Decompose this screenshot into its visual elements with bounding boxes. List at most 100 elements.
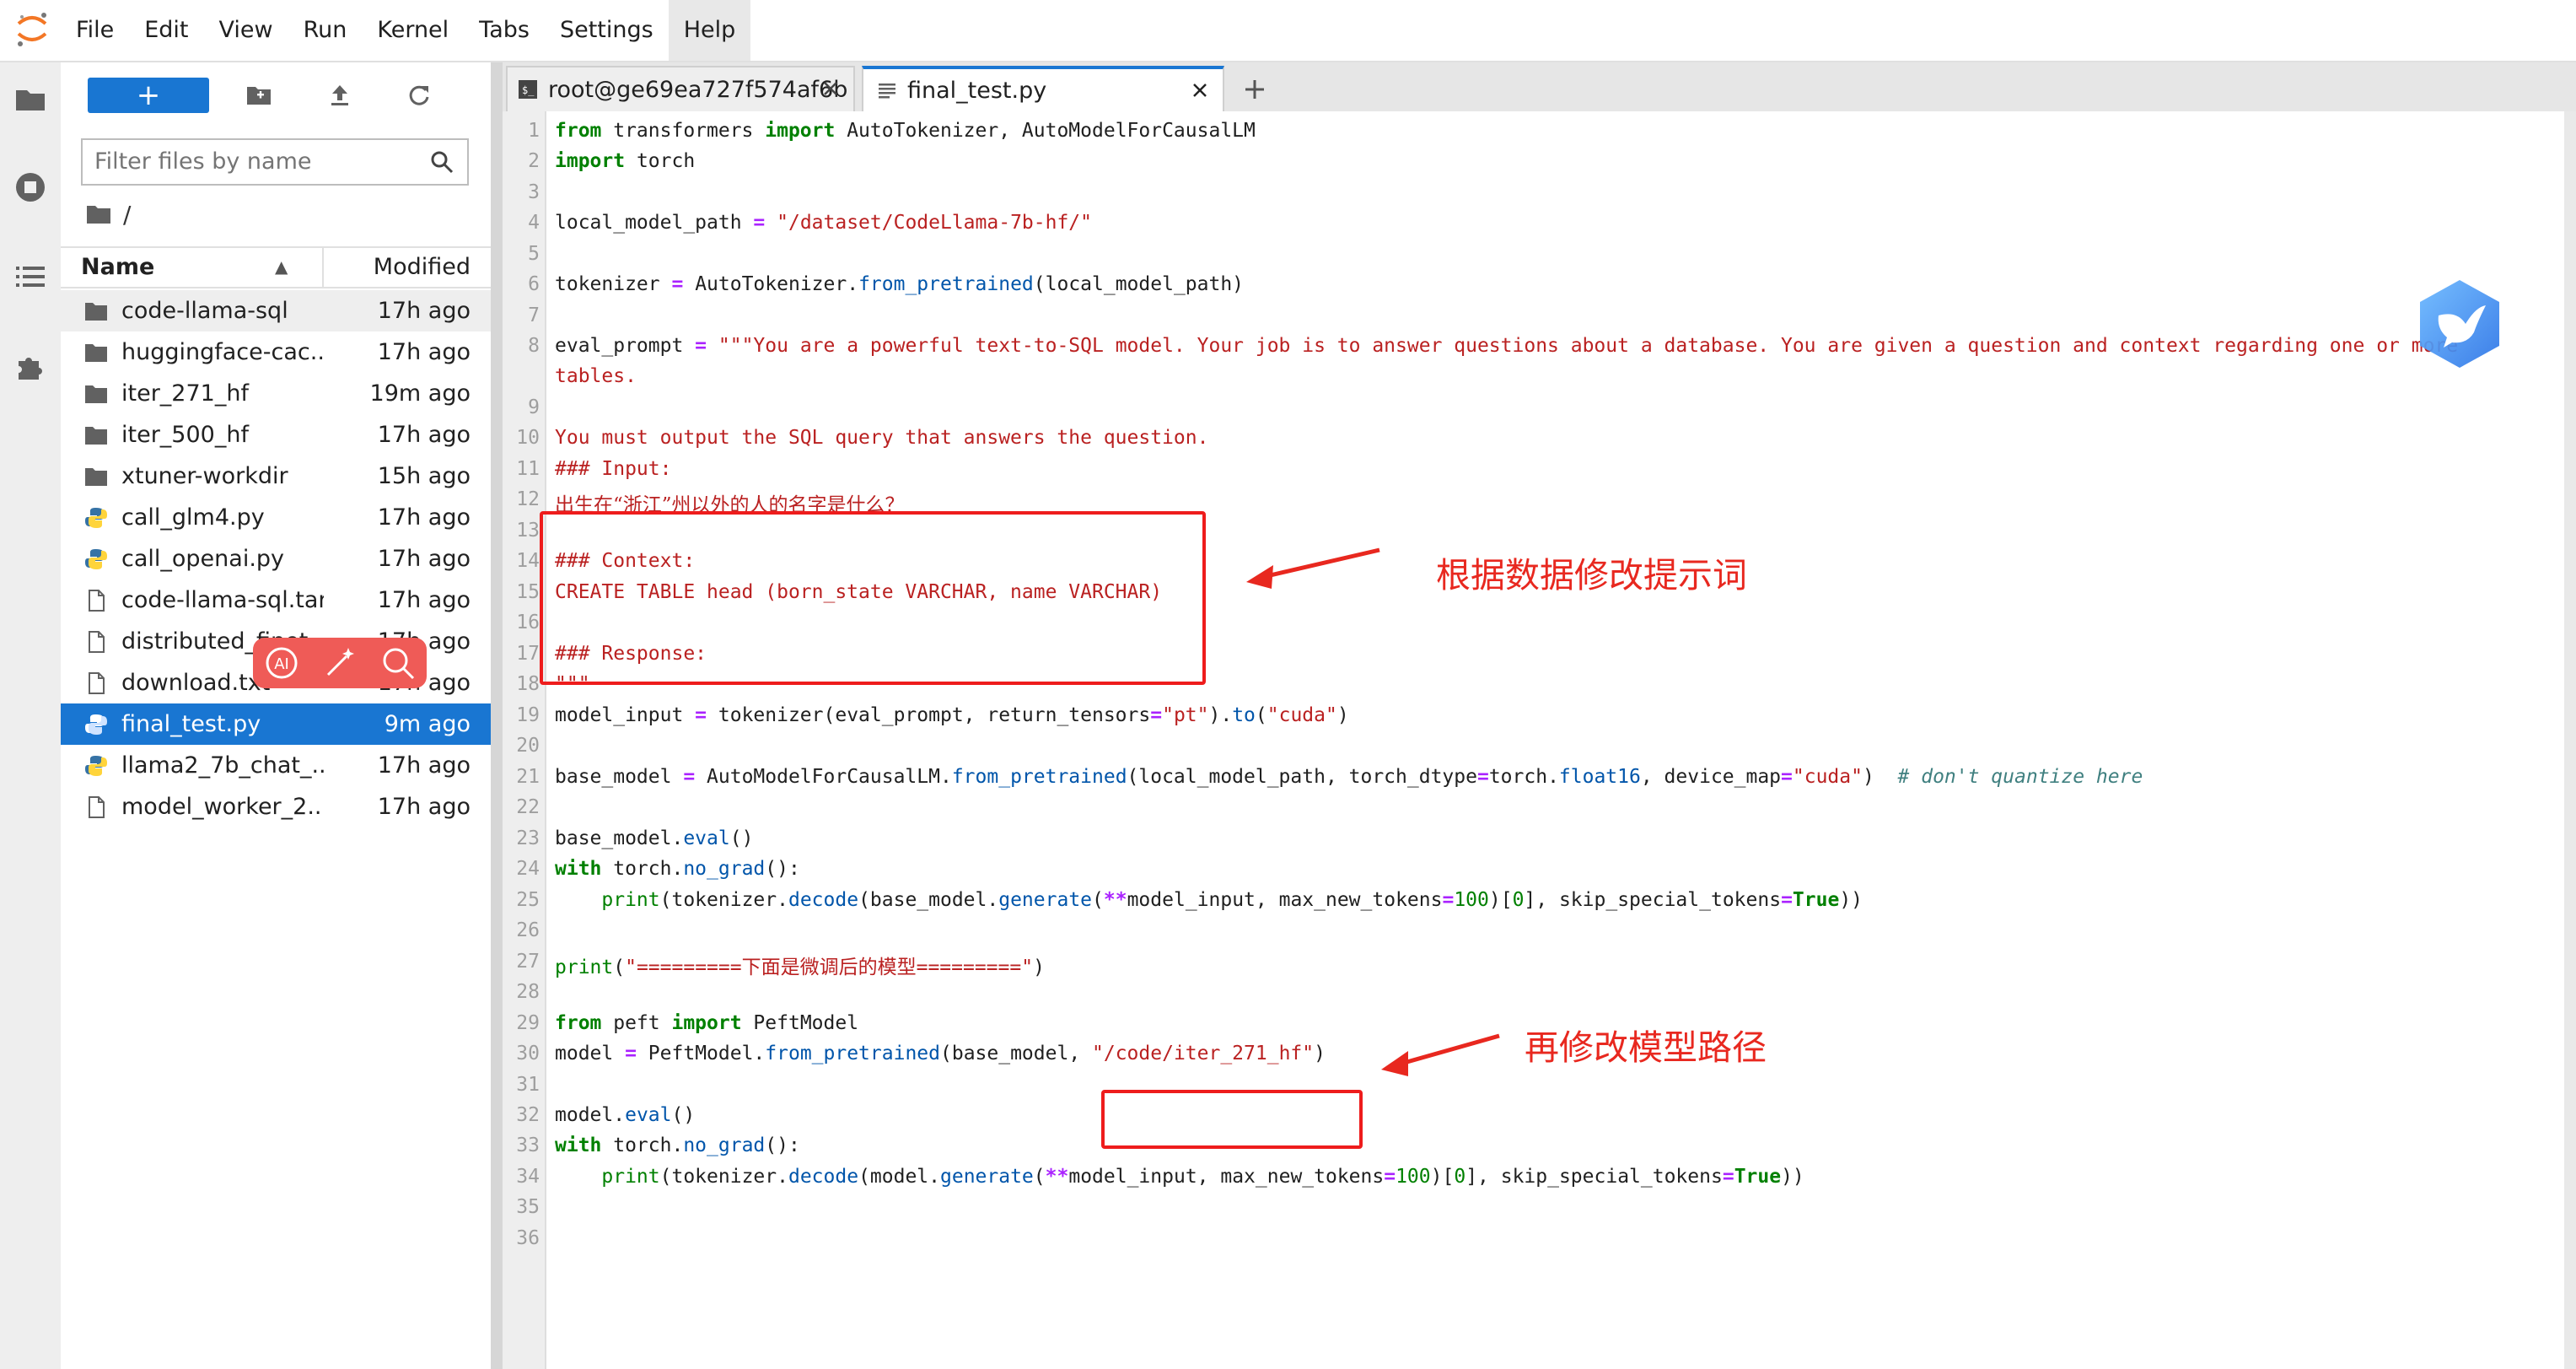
code-line: with torch.no_grad(): [555,1135,800,1156]
annotation-arrow-icon [1381,1033,1500,1076]
file-list-item[interactable]: xtuner-workdir 15h ago [61,455,491,497]
search-icon [431,151,454,174]
close-icon[interactable] [818,76,843,101]
line-number: 2 [528,150,540,172]
search-icon[interactable] [379,644,417,682]
column-divider[interactable] [322,248,324,287]
file-name: call_glm4.py [121,504,265,531]
running-sessions-icon[interactable] [13,170,47,204]
assistant-bird-icon[interactable] [2415,277,2504,371]
table-of-contents-icon[interactable] [13,260,47,294]
menu-file[interactable]: File [61,0,129,61]
column-name-header[interactable]: Name [81,248,154,287]
file-modified: 17h ago [377,794,471,820]
python-file-icon [85,756,107,776]
file-name: xtuner-workdir [121,463,288,489]
file-icon [89,631,105,653]
magic-wand-icon[interactable] [321,644,358,682]
plus-icon [1245,80,1264,99]
annotation-note-prompt: 根据数据修改提示词 [1436,555,1747,596]
close-icon[interactable] [1187,78,1213,103]
code-line: tables. [555,365,637,387]
extension-manager-icon[interactable] [13,349,47,383]
file-modified: 9m ago [384,711,471,737]
file-list-header: Name ▲ Modified [61,246,491,288]
file-name: huggingface-cac... [121,339,324,365]
svg-text:AI: AI [275,655,290,673]
file-modified: 17h ago [377,298,471,324]
code-line: from peft import PeftModel [555,1012,859,1034]
menu-run[interactable]: Run [288,0,363,61]
file-list-item[interactable]: code-llama-sql 17h ago [61,290,491,331]
line-number: 19 [516,704,540,726]
line-number: 16 [516,612,540,633]
code-line: base_model = AutoModelForCausalLM.from_p… [555,766,2143,788]
new-launcher-button[interactable]: + [88,78,209,113]
main-area: $_ root@ge69ea727f574af6b final_test.py … [503,62,2576,1369]
folder-icon [85,468,107,486]
file-icon [89,672,105,694]
code-line: eval_prompt = """You are a powerful text… [555,335,2459,357]
tab-terminal[interactable]: $_ root@ge69ea727f574af6b [506,66,855,111]
file-list-item[interactable]: llama2_7b_chat_... 17h ago [61,745,491,786]
file-list-item[interactable]: iter_500_hf 17h ago [61,414,491,455]
menu-settings[interactable]: Settings [545,0,669,61]
menu-bar: File Edit View Run Kernel Tabs Settings … [61,0,751,61]
column-modified-header[interactable]: Modified [374,248,471,287]
file-browser-panel: + Filter files by name / Name ▲ Modified… [61,62,503,1369]
file-icon [89,796,105,818]
add-tab-button[interactable] [1233,67,1277,111]
vertical-scrollbar[interactable] [2564,111,2576,1369]
python-file-icon [85,549,107,569]
code-editor[interactable]: 1 2 3 4 5 6 7 8 9 10 11 12 13 14 15 16 17 18 19 20 21 22 23 24 2… [503,111,2564,1369]
tab-final-test[interactable]: final_test.py [862,66,1224,111]
line-number: 27 [516,951,540,973]
folder-icon [85,385,107,403]
menu-tabs[interactable]: Tabs [464,0,545,61]
file-list-item[interactable]: model_worker_2... 17h ago [61,786,491,827]
python-file-icon [85,714,107,735]
home-folder-icon[interactable] [86,203,111,225]
menu-kernel[interactable]: Kernel [362,0,464,61]
menu-help[interactable]: Help [668,0,751,61]
line-number: 30 [516,1043,540,1064]
line-number: 22 [516,796,540,818]
line-number: 12 [516,488,540,510]
file-list-item[interactable]: code-llama-sql.tar 17h ago [61,579,491,621]
file-icon [89,590,105,612]
refresh-button[interactable] [398,78,440,113]
file-list-item[interactable]: final_test.py 9m ago [61,703,491,745]
file-modified: 15h ago [377,463,471,489]
line-number: 34 [516,1166,540,1188]
line-number-gutter: 1 2 3 4 5 6 7 8 9 10 11 12 13 14 15 16 17 18 19 20 21 22 23 24 2… [503,111,546,1369]
file-list-item[interactable]: iter_271_hf 19m ago [61,373,491,414]
ai-assistant-icon[interactable]: AI [263,644,300,682]
upload-button[interactable] [319,78,361,113]
line-number: 1 [528,120,540,142]
file-list-item[interactable]: call_glm4.py 17h ago [61,497,491,538]
code-line: You must output the SQL query that answe… [555,427,1209,449]
ai-floating-toolbar: AI [253,638,427,688]
tab-bar: $_ root@ge69ea727f574af6b final_test.py [503,62,2576,111]
line-number: 11 [516,458,540,480]
code-line: model = PeftModel.from_pretrained(base_m… [555,1043,1326,1064]
menu-view[interactable]: View [203,0,288,61]
line-number: 31 [516,1074,540,1096]
new-folder-button[interactable] [238,78,280,113]
file-list-item[interactable]: call_openai.py 17h ago [61,538,491,579]
annotation-box-prompt [540,511,1206,685]
code-line: model_input = tokenizer(eval_prompt, ret… [555,704,1349,726]
line-number: 33 [516,1135,540,1156]
breadcrumb-root[interactable]: / [123,201,131,229]
jupyter-logo-icon[interactable] [12,8,52,49]
file-list-item[interactable]: huggingface-cac... 17h ago [61,331,491,373]
filter-placeholder: Filter files by name [94,148,312,175]
code-line: tokenizer = AutoTokenizer.from_pretraine… [555,273,1245,295]
line-number: 15 [516,581,540,603]
filter-files-input[interactable]: Filter files by name [81,138,469,186]
folder-icon [85,344,107,362]
line-number: 14 [516,550,540,572]
menu-edit[interactable]: Edit [129,0,203,61]
folder-icon[interactable] [13,83,47,116]
text-file-icon [879,84,895,99]
